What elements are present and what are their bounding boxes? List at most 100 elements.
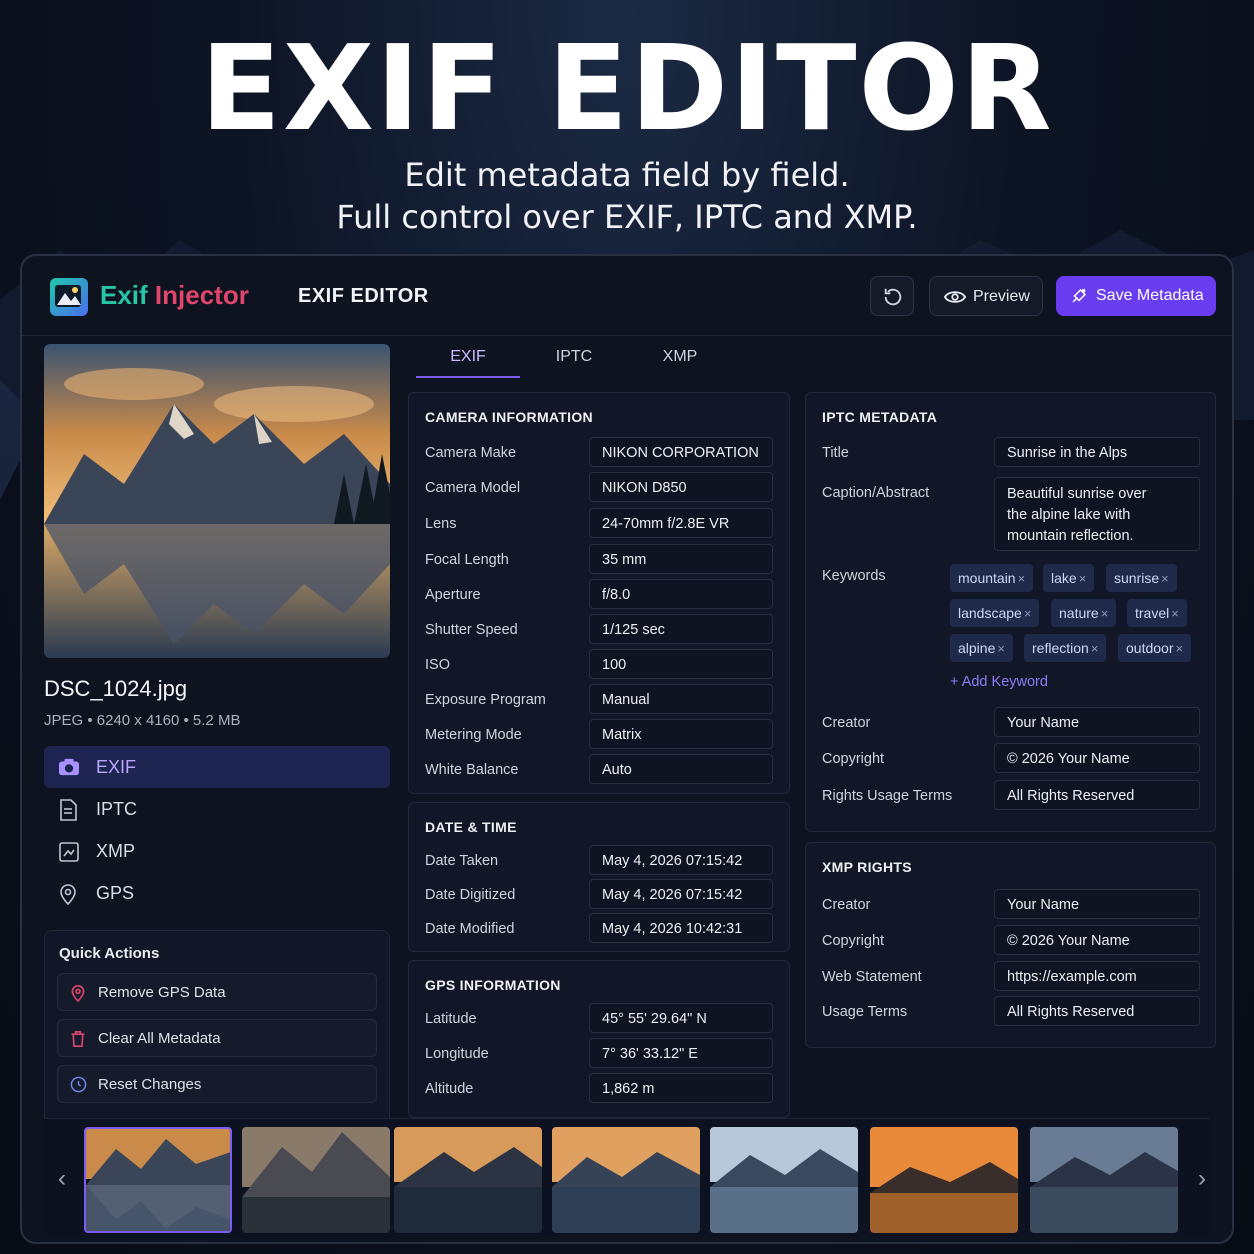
focal-length-field[interactable]: 35 mm bbox=[589, 544, 773, 574]
field-label: Longitude bbox=[425, 1046, 489, 1062]
usage-terms-field[interactable]: All Rights Reserved bbox=[994, 996, 1200, 1026]
remove-keyword-icon[interactable]: × bbox=[1024, 606, 1032, 621]
reset-icon bbox=[70, 1076, 87, 1093]
keyword-chip[interactable]: reflection × bbox=[1024, 634, 1107, 662]
field-label: Rights Usage Terms bbox=[822, 788, 953, 804]
card-title: GPS INFORMATION bbox=[425, 977, 561, 993]
thumbnail[interactable] bbox=[552, 1127, 700, 1233]
add-keyword-link[interactable]: + Add Keyword bbox=[950, 674, 1048, 690]
iptc-creator-field[interactable]: Your Name bbox=[994, 707, 1200, 737]
remove-keyword-icon[interactable]: × bbox=[997, 641, 1005, 656]
save-button-label: Save Metadata bbox=[1096, 287, 1204, 304]
keyword-chip[interactable]: lake × bbox=[1043, 564, 1095, 592]
keyword-chip[interactable]: mountain × bbox=[950, 564, 1034, 592]
quick-action-label: Remove GPS Data bbox=[98, 984, 226, 1001]
thumbnail[interactable] bbox=[710, 1127, 858, 1233]
remove-keyword-icon[interactable]: × bbox=[1101, 606, 1109, 621]
hero-title: EXIF EDITOR bbox=[200, 19, 1054, 157]
remove-keyword-icon[interactable]: × bbox=[1175, 641, 1183, 656]
clear-metadata-button[interactable]: Clear All Metadata bbox=[57, 1019, 377, 1057]
app-window: Exif Injector EXIF EDITOR Preview Save M… bbox=[20, 254, 1234, 1244]
keyword-label: lake bbox=[1051, 570, 1077, 586]
reset-changes-button[interactable]: Reset Changes bbox=[57, 1065, 377, 1103]
keyword-chip[interactable]: travel × bbox=[1127, 599, 1187, 627]
date-taken-field[interactable]: May 4, 2026 07:15:42 bbox=[589, 845, 773, 875]
field-label: Date Modified bbox=[425, 921, 515, 937]
field-label: Date Taken bbox=[425, 853, 499, 869]
keyword-chip[interactable]: nature × bbox=[1051, 599, 1117, 627]
web-statement-field[interactable]: https://example.com bbox=[994, 961, 1200, 991]
logo-text-part1: Exif bbox=[100, 280, 148, 310]
chevron-left-icon[interactable]: ‹ bbox=[58, 1165, 66, 1193]
iso-field[interactable]: 100 bbox=[589, 649, 773, 679]
longitude-field[interactable]: 7° 36' 33.12" E bbox=[589, 1038, 773, 1068]
date-modified-field[interactable]: May 4, 2026 10:42:31 bbox=[589, 913, 773, 943]
map-pin-icon bbox=[60, 884, 76, 905]
iptc-title-field[interactable]: Sunrise in the Alps bbox=[994, 437, 1200, 467]
xmp-creator-field[interactable]: Your Name bbox=[994, 889, 1200, 919]
field-label: Caption/Abstract bbox=[822, 485, 930, 501]
chevron-right-icon[interactable]: › bbox=[1198, 1165, 1206, 1193]
remove-keyword-icon[interactable]: × bbox=[1091, 641, 1099, 656]
preview-button[interactable]: Preview bbox=[929, 276, 1043, 316]
xmp-copyright-field[interactable]: © 2026 Your Name bbox=[994, 925, 1200, 955]
keyword-label: outdoor bbox=[1126, 640, 1174, 656]
thumbnail[interactable] bbox=[394, 1127, 542, 1233]
iptc-metadata-card: IPTC METADATA Title Sunrise in the Alps … bbox=[805, 392, 1216, 832]
keyword-chip[interactable]: outdoor × bbox=[1118, 634, 1192, 662]
metering-mode-field[interactable]: Matrix bbox=[589, 719, 773, 749]
thumbnail-filmstrip: ‹ › bbox=[44, 1118, 1210, 1236]
remove-keyword-icon[interactable]: × bbox=[1079, 571, 1087, 586]
white-balance-field[interactable]: Auto bbox=[589, 754, 773, 784]
sidebar-item-gps[interactable]: GPS bbox=[44, 872, 390, 914]
iptc-copyright-field[interactable]: © 2026 Your Name bbox=[994, 743, 1200, 773]
logo-text-part2: Injector bbox=[154, 280, 249, 310]
document-icon bbox=[60, 799, 77, 821]
field-label: Latitude bbox=[425, 1011, 477, 1027]
camera-make-field[interactable]: NIKON CORPORATION bbox=[589, 437, 773, 467]
sidebar-item-iptc[interactable]: IPTC bbox=[44, 788, 390, 830]
thumbnail[interactable] bbox=[870, 1127, 1018, 1233]
remove-keyword-icon[interactable]: × bbox=[1018, 571, 1026, 586]
card-title: CAMERA INFORMATION bbox=[425, 409, 593, 425]
tab-iptc[interactable]: IPTC bbox=[522, 348, 626, 366]
rights-usage-terms-field[interactable]: All Rights Reserved bbox=[994, 780, 1200, 810]
shutter-speed-field[interactable]: 1/125 sec bbox=[589, 614, 773, 644]
gps-information-card: GPS INFORMATION Latitude 45° 55' 29.64" … bbox=[408, 960, 790, 1118]
date-time-card: DATE & TIME Date Taken May 4, 2026 07:15… bbox=[408, 802, 790, 952]
reset-button[interactable] bbox=[870, 276, 914, 316]
field-label: Web Statement bbox=[822, 969, 922, 985]
remove-keyword-icon[interactable]: × bbox=[1161, 571, 1169, 586]
camera-information-card: CAMERA INFORMATION Camera Make NIKON COR… bbox=[408, 392, 790, 794]
quick-action-label: Reset Changes bbox=[98, 1076, 202, 1093]
thumbnail[interactable] bbox=[1030, 1127, 1178, 1233]
altitude-field[interactable]: 1,862 m bbox=[589, 1073, 773, 1103]
latitude-field[interactable]: 45° 55' 29.64" N bbox=[589, 1003, 773, 1033]
exposure-program-field[interactable]: Manual bbox=[589, 684, 773, 714]
quick-actions-title: Quick Actions bbox=[59, 945, 160, 962]
remove-keyword-icon[interactable]: × bbox=[1171, 606, 1179, 621]
thumbnail[interactable] bbox=[242, 1127, 390, 1233]
sidebar-nav: EXIF IPTC XMP GPS bbox=[44, 746, 390, 914]
caption-field[interactable]: Beautiful sunrise over the alpine lake w… bbox=[994, 477, 1200, 551]
tab-exif[interactable]: EXIF bbox=[416, 348, 520, 366]
lens-field[interactable]: 24-70mm f/2.8E VR bbox=[589, 508, 773, 538]
aperture-field[interactable]: f/8.0 bbox=[589, 579, 773, 609]
sidebar-item-xmp[interactable]: XMP bbox=[44, 830, 390, 872]
quick-action-label: Clear All Metadata bbox=[98, 1030, 221, 1047]
remove-gps-button[interactable]: Remove GPS Data bbox=[57, 973, 377, 1011]
keyword-chip[interactable]: sunrise × bbox=[1106, 564, 1177, 592]
sidebar-item-exif[interactable]: EXIF bbox=[44, 746, 390, 788]
date-digitized-field[interactable]: May 4, 2026 07:15:42 bbox=[589, 879, 773, 909]
camera-model-field[interactable]: NIKON D850 bbox=[589, 472, 773, 502]
save-metadata-button[interactable]: Save Metadata bbox=[1056, 276, 1216, 316]
keyword-chip[interactable]: alpine × bbox=[950, 634, 1013, 662]
tab-xmp[interactable]: XMP bbox=[628, 348, 732, 366]
xmp-icon bbox=[59, 842, 79, 862]
thumbnail[interactable] bbox=[84, 1127, 232, 1233]
file-meta: JPEG • 6240 x 4160 • 5.2 MB bbox=[44, 712, 241, 729]
caption-line: Beautiful sunrise over bbox=[1007, 486, 1147, 502]
field-label: Date Digitized bbox=[425, 887, 516, 903]
keyword-chip[interactable]: landscape × bbox=[950, 599, 1040, 627]
keyword-label: nature bbox=[1059, 605, 1099, 621]
